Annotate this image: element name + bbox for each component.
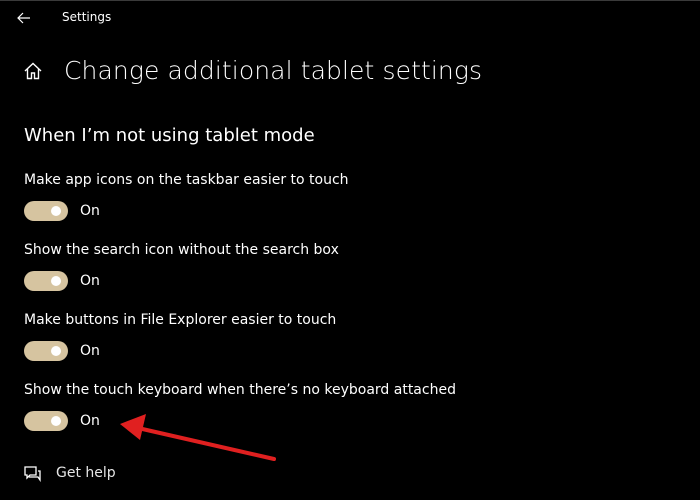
toggle-knob <box>51 416 61 426</box>
setting-file-explorer-buttons: Make buttons in File Explorer easier to … <box>24 311 664 361</box>
toggle-state-label: On <box>80 203 100 219</box>
section-title: When I’m not using tablet mode <box>24 125 315 146</box>
page-header: Change additional tablet settings <box>22 56 482 85</box>
setting-label: Make buttons in File Explorer easier to … <box>24 312 337 328</box>
toggle-row: On <box>24 201 664 221</box>
toggle-state-label: On <box>80 413 100 429</box>
toggle-knob <box>51 346 61 356</box>
setting-label: Show the touch keyboard when there’s no … <box>24 382 456 398</box>
back-arrow-icon <box>17 12 30 24</box>
touch-keyboard-toggle[interactable] <box>24 411 68 431</box>
search-icon-toggle[interactable] <box>24 271 68 291</box>
setting-label: Show the search icon without the search … <box>24 242 339 258</box>
window-title: Settings <box>62 10 112 24</box>
chat-help-icon <box>24 466 41 483</box>
setting-label: Make app icons on the taskbar easier to … <box>24 172 349 188</box>
taskbar-icons-toggle[interactable] <box>24 201 68 221</box>
toggle-state-label: On <box>80 343 100 359</box>
get-help-label: Get help <box>56 465 116 481</box>
get-help-link[interactable]: Get help <box>22 463 116 483</box>
toggle-knob <box>51 276 61 286</box>
toggle-row: On <box>24 411 664 431</box>
back-button[interactable] <box>10 6 38 30</box>
toggle-knob <box>51 206 61 216</box>
toggle-row: On <box>24 341 664 361</box>
file-explorer-buttons-toggle[interactable] <box>24 341 68 361</box>
help-icon-wrap <box>22 463 42 483</box>
title-bar: Settings <box>0 0 700 34</box>
toggle-row: On <box>24 271 664 291</box>
home-button[interactable] <box>22 60 44 82</box>
setting-search-icon: Show the search icon without the search … <box>24 241 664 291</box>
page-title: Change additional tablet settings <box>64 56 483 85</box>
toggle-state-label: On <box>80 273 100 289</box>
setting-touch-keyboard: Show the touch keyboard when there’s no … <box>24 381 664 431</box>
home-icon <box>24 62 42 79</box>
setting-taskbar-icons: Make app icons on the taskbar easier to … <box>24 171 664 221</box>
